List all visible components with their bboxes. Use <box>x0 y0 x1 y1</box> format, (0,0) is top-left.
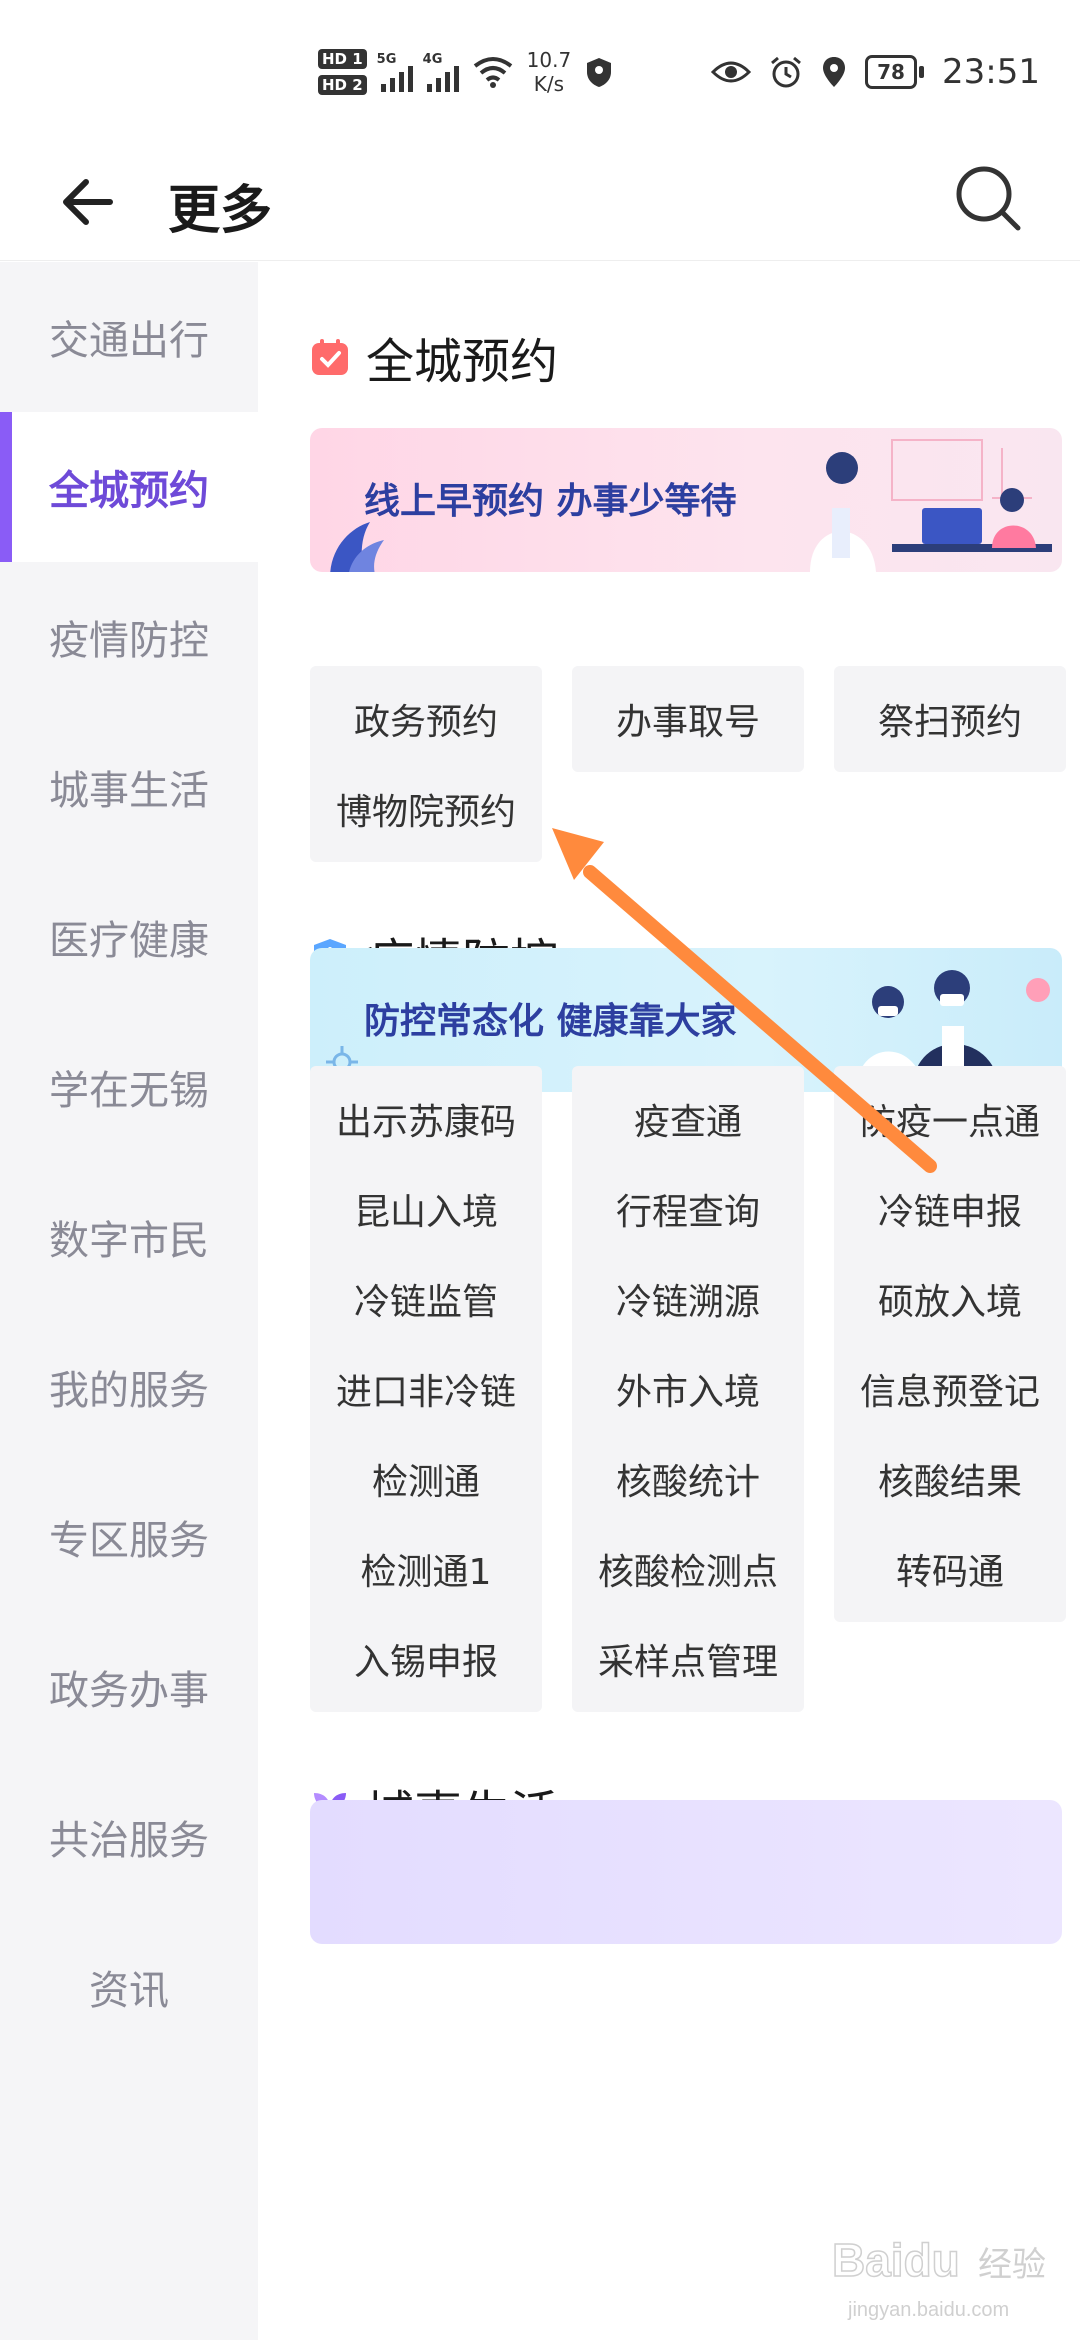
sidebar-item-co-governance[interactable]: 共治服务 <box>0 1762 258 1912</box>
sim-indicator: HD 1 HD 2 <box>318 49 367 95</box>
sidebar-item-digital-citizen[interactable]: 数字市民 <box>0 1162 258 1312</box>
network-speed: 10.7 K/s <box>526 48 572 96</box>
search-icon[interactable] <box>952 162 1024 234</box>
wifi-icon <box>473 57 512 88</box>
sim2-badge: HD 2 <box>318 75 367 95</box>
banner-text: 防控常态化 健康靠大家 <box>364 1001 737 1042</box>
top-bar: 更多 <box>0 150 1080 261</box>
sidebar-item-transport[interactable]: 交通出行 <box>0 262 258 412</box>
page-title: 更多 <box>168 181 273 241</box>
back-arrow-icon[interactable] <box>56 170 120 234</box>
sidebar-item-epidemic[interactable]: 疫情防控 <box>0 562 258 712</box>
svg-text:经验: 经验 <box>978 2246 1046 2284</box>
category-sidebar: 交通出行 全城预约 疫情防控 城事生活 医疗健康 学在无锡 数字市民 我的服务 … <box>0 262 258 2340</box>
battery-icon: 78 <box>865 55 925 89</box>
service-tile[interactable]: 转码通 <box>834 1516 1066 1622</box>
baidu-watermark: Baidu 经验 jingyan.baidu.com <box>828 2220 1058 2330</box>
signal-5g-icon: 5G <box>377 52 413 92</box>
office-illustration-icon <box>810 439 1052 572</box>
clock: 23:51 <box>942 52 1040 92</box>
section-header-appointment: 全城预约 <box>310 322 558 392</box>
banner-text: 线上早预约 办事少等待 <box>364 481 737 522</box>
sidebar-item-health[interactable]: 医疗健康 <box>0 862 258 1012</box>
sidebar-item-city-life[interactable]: 城事生活 <box>0 712 258 862</box>
status-bar: HD 1 HD 2 5G 4G 10.7 K/s 78 23:51 <box>0 0 1080 150</box>
service-tile[interactable]: 办事取号 <box>572 666 804 772</box>
service-tile[interactable]: 入锡申报 <box>310 1606 542 1712</box>
city-life-banner[interactable] <box>310 1800 1062 1944</box>
sim1-badge: HD 1 <box>318 49 367 69</box>
location-icon <box>823 57 846 87</box>
service-content: 全城预约 线上早预约 办事少等待 政务预约 办事取号 祭扫预约 博物院预约 疫情… <box>258 262 1080 2340</box>
eye-icon <box>711 61 752 83</box>
calendar-check-icon <box>312 339 348 375</box>
sidebar-item-government[interactable]: 政务办事 <box>0 1612 258 1762</box>
shield-icon <box>587 58 612 87</box>
appointment-banner[interactable]: 线上早预约 办事少等待 <box>310 428 1062 572</box>
sidebar-item-appointment[interactable]: 全城预约 <box>0 412 258 562</box>
service-tile[interactable]: 祭扫预约 <box>834 666 1066 772</box>
svg-text:Baidu: Baidu <box>832 2234 960 2286</box>
service-tile[interactable]: 博物院预约 <box>310 756 542 862</box>
sidebar-item-news[interactable]: 资讯 <box>0 1912 258 2062</box>
svg-text:jingyan.baidu.com: jingyan.baidu.com <box>847 2299 1009 2321</box>
signal-4g-icon: 4G <box>423 52 459 92</box>
sidebar-item-education[interactable]: 学在无锡 <box>0 1012 258 1162</box>
sidebar-item-my-services[interactable]: 我的服务 <box>0 1312 258 1462</box>
service-tile[interactable]: 采样点管理 <box>572 1606 804 1712</box>
alarm-icon <box>771 56 801 88</box>
sidebar-item-special-zone[interactable]: 专区服务 <box>0 1462 258 1612</box>
